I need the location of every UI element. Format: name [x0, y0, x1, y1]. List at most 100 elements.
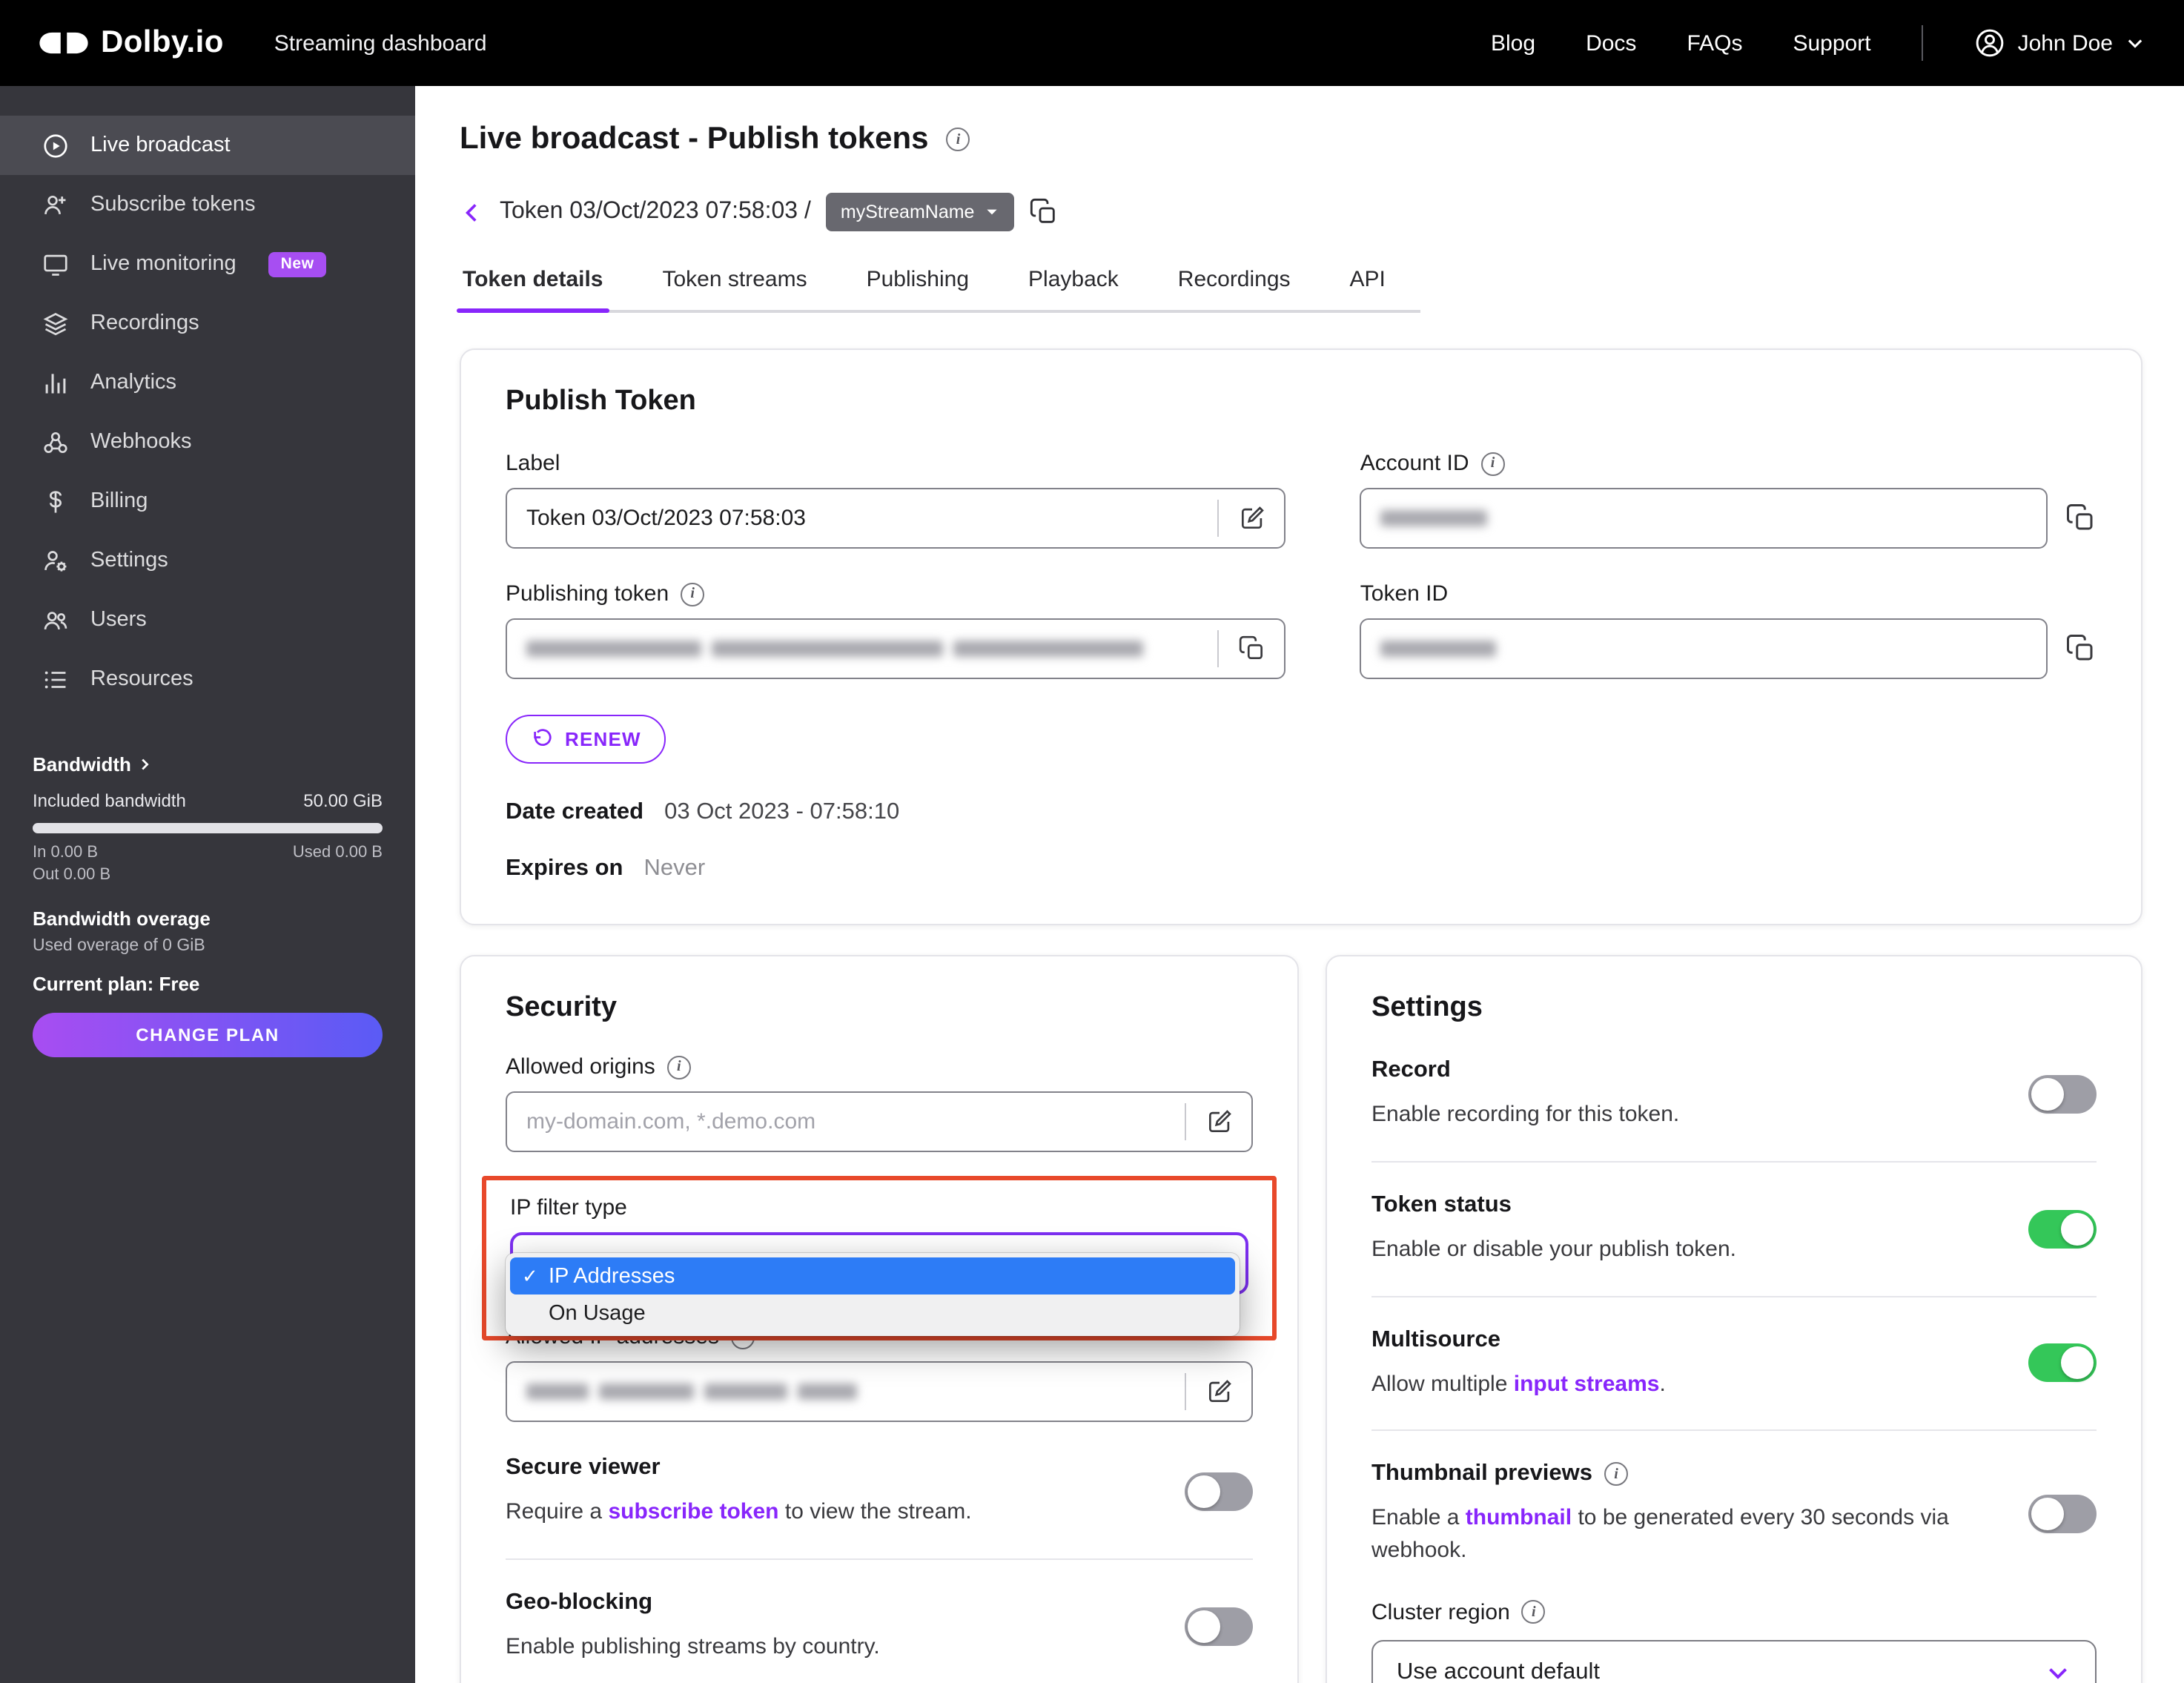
thumbnail-link[interactable]: thumbnail [1466, 1506, 1572, 1531]
nav-blog[interactable]: Blog [1491, 30, 1535, 56]
allowed-origins-info-icon[interactable]: i [666, 1055, 691, 1079]
bandwidth-panel: Bandwidth Included bandwidth 50.00 GiB I… [0, 753, 415, 1057]
tab-playback[interactable]: Playback [1025, 267, 1122, 310]
publishing-token-info-icon[interactable]: i [681, 582, 705, 606]
bar-chart-icon [45, 373, 66, 393]
nav-docs[interactable]: Docs [1586, 30, 1636, 56]
dropdown-option-ip-addresses[interactable]: ✓ IP Addresses [510, 1257, 1235, 1295]
ip-filter-type-label: IP filter type [510, 1195, 627, 1220]
thumbnail-toggle[interactable] [2028, 1495, 2097, 1533]
user-menu[interactable]: John Doe [1973, 27, 2145, 59]
sidebar-label: Settings [90, 549, 168, 572]
tab-api[interactable]: API [1347, 267, 1389, 310]
edit-icon [1208, 1380, 1231, 1403]
secure-viewer-toggle[interactable] [1185, 1472, 1253, 1511]
option-label: IP Addresses [549, 1264, 675, 1288]
geo-blocking-desc: Enable publishing streams by country. [506, 1633, 880, 1659]
sidebar-item-billing[interactable]: Billing [0, 472, 415, 531]
label-field-label: Label [506, 451, 560, 476]
dolby-double-d-icon [39, 31, 89, 55]
bandwidth-title[interactable]: Bandwidth [33, 753, 383, 776]
chevron-down-icon [987, 209, 998, 215]
sidebar-label: Live broadcast [90, 133, 231, 157]
sidebar-item-recordings[interactable]: Recordings [0, 294, 415, 353]
nav-divider [1921, 25, 1923, 61]
sidebar-item-users[interactable]: Users [0, 590, 415, 649]
person-plus-icon [44, 194, 66, 214]
geo-blocking-toggle[interactable] [1185, 1607, 1253, 1646]
allowed-origins-input[interactable] [526, 1109, 1185, 1134]
copy-account-id-button[interactable] [2065, 503, 2097, 534]
back-button[interactable] [460, 199, 485, 225]
token-id-redacted-value [1380, 641, 2046, 657]
copy-stream-button[interactable] [1029, 197, 1059, 227]
multisource-toggle[interactable] [2028, 1343, 2097, 1383]
sidebar-item-subscribe-tokens[interactable]: Subscribe tokens [0, 175, 415, 234]
sidebar-item-resources[interactable]: Resources [0, 649, 415, 709]
record-desc: Enable recording for this token. [1371, 1102, 1680, 1127]
sidebar-item-live-monitoring[interactable]: Live monitoring New [0, 234, 415, 294]
settings-heading: Settings [1371, 992, 1483, 1023]
sidebar-label: Live monitoring [90, 252, 236, 276]
tab-token-details[interactable]: Token details [457, 267, 609, 313]
included-bandwidth-label: Included bandwidth [33, 790, 186, 811]
publishing-token-redacted-value [526, 641, 1218, 657]
cluster-region-select[interactable]: Use account default [1371, 1639, 2097, 1683]
allowed-ip-redacted-value [526, 1383, 1185, 1400]
bandwidth-used: Used 0.00 B [292, 844, 383, 862]
change-plan-button[interactable]: CHANGE PLAN [33, 1013, 383, 1057]
streaming-dashboard: Dolby.io Streaming dashboard Blog Docs F… [0, 0, 2184, 1683]
edit-icon [1241, 506, 1264, 529]
edit-allowed-ip-button[interactable] [1186, 1363, 1251, 1421]
copy-icon [2067, 635, 2093, 661]
copy-publishing-token-button[interactable] [1220, 620, 1285, 678]
checkmark-icon: ✓ [522, 1264, 538, 1286]
renew-button[interactable]: RENEW [506, 715, 666, 764]
renew-label: RENEW [565, 728, 641, 750]
record-title: Record [1371, 1057, 1451, 1082]
sidebar-item-live-broadcast[interactable]: Live broadcast [0, 116, 415, 175]
renew-icon [534, 729, 552, 746]
dolby-logo[interactable]: Dolby.io [39, 25, 224, 61]
nav-support[interactable]: Support [1793, 30, 1870, 56]
sidebar-item-webhooks[interactable]: Webhooks [0, 412, 415, 472]
monitor-icon [44, 254, 67, 275]
page-title-info-icon[interactable]: i [946, 128, 970, 151]
subscribe-token-link[interactable]: subscribe token [608, 1499, 778, 1524]
sidebar-label: Users [90, 608, 147, 632]
new-badge: New [268, 251, 326, 277]
token-id-label: Token ID [1360, 581, 1449, 606]
dropdown-option-on-usage[interactable]: On Usage [510, 1295, 1235, 1332]
sidebar: Live broadcast Subscribe tokens Live mon… [0, 86, 415, 1683]
record-toggle[interactable] [2028, 1074, 2097, 1114]
token-status-row: Token status Enable or disable your publ… [1371, 1192, 2097, 1266]
tab-recordings[interactable]: Recordings [1175, 267, 1294, 310]
geo-blocking-title: Geo-blocking [506, 1589, 653, 1615]
user-name: John Doe [2017, 30, 2113, 56]
copy-token-id-button[interactable] [2065, 633, 2097, 664]
thumbnail-info-icon[interactable]: i [1604, 1462, 1629, 1487]
sidebar-item-analytics[interactable]: Analytics [0, 353, 415, 412]
input-streams-link[interactable]: input streams [1514, 1371, 1660, 1396]
multisource-desc-suffix: . [1659, 1371, 1666, 1396]
label-input[interactable] [526, 506, 1218, 531]
sidebar-item-settings[interactable]: Settings [0, 531, 415, 590]
tab-token-streams[interactable]: Token streams [660, 267, 810, 310]
label-field: Label [506, 451, 1286, 549]
edit-label-button[interactable] [1220, 489, 1285, 547]
tab-publishing[interactable]: Publishing [864, 267, 972, 310]
date-created-label: Date created [506, 799, 644, 824]
sidebar-label: Webhooks [90, 430, 192, 454]
cluster-region-info-icon[interactable]: i [1521, 1600, 1546, 1624]
nav-faqs[interactable]: FAQs [1687, 30, 1742, 56]
webhook-icon [44, 431, 67, 453]
thumbnail-previews-title: Thumbnail previews [1371, 1461, 1593, 1487]
account-id-info-icon[interactable]: i [1480, 452, 1505, 475]
stream-name-label: myStreamName [840, 202, 975, 222]
stream-name-dropdown[interactable]: myStreamName [825, 193, 1015, 231]
secure-viewer-row: Secure viewer Require a subscribe token … [506, 1422, 1253, 1529]
secure-viewer-desc: Require a [506, 1499, 609, 1524]
token-status-toggle[interactable] [2028, 1209, 2097, 1249]
chevron-right-icon [142, 758, 150, 770]
edit-allowed-origins-button[interactable] [1186, 1093, 1251, 1151]
